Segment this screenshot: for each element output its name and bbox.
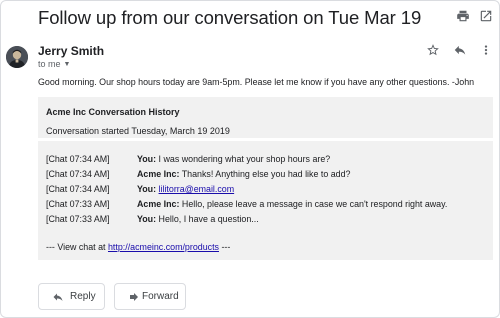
chat-text: Hello, I have a question... <box>156 214 259 224</box>
reply-arrow-icon[interactable] <box>453 43 467 57</box>
chat-text: Hello, please leave a message in case we… <box>179 199 448 209</box>
chat-message: Acme Inc: Thanks! Anything else you had … <box>137 169 351 179</box>
chat-time: [Chat 07:33 AM] <box>46 199 110 209</box>
chat-speaker: Acme Inc <box>137 169 177 179</box>
forward-button[interactable]: Forward <box>114 283 186 310</box>
chat-row: [Chat 07:34 AM] You: I was wondering wha… <box>38 154 493 168</box>
history-header: Acme Inc Conversation History Conversati… <box>38 97 493 141</box>
open-in-new-window-icon[interactable] <box>479 9 493 23</box>
history-started-text: Conversation started Tuesday, March 19 2… <box>46 126 230 136</box>
more-vertical-icon[interactable] <box>479 43 493 57</box>
chat-speaker: Acme Inc <box>137 199 177 209</box>
email-body-text: Good morning. Our shop hours today are 9… <box>38 77 475 87</box>
chat-time: [Chat 07:34 AM] <box>46 154 110 164</box>
chat-speaker: You <box>137 154 154 164</box>
view-chat-line: --- View chat at http://acmeinc.com/prod… <box>46 242 230 252</box>
chat-text: I was wondering what your shop hours are… <box>156 154 331 164</box>
view-chat-suffix: --- <box>218 242 231 252</box>
chat-message: Acme Inc: Hello, please leave a message … <box>137 199 448 209</box>
chat-row: [Chat 07:33 AM] Acme Inc: Hello, please … <box>38 199 493 213</box>
chat-time: [Chat 07:34 AM] <box>46 184 110 194</box>
chat-time: [Chat 07:33 AM] <box>46 214 110 224</box>
forward-button-label: Forward <box>142 291 179 302</box>
chat-message: You: I was wondering what your shop hour… <box>137 154 331 164</box>
view-chat-prefix: --- View chat at <box>46 242 108 252</box>
sender-name: Jerry Smith <box>38 44 105 58</box>
chat-message: You: lilitorra@email.com <box>137 184 235 194</box>
recipient-dropdown[interactable]: to me ▼ <box>38 59 70 69</box>
history-title: Acme Inc Conversation History <box>46 107 180 117</box>
conversation-history-card: Acme Inc Conversation History Conversati… <box>38 97 493 260</box>
email-link[interactable]: lilitorra@email.com <box>159 184 235 194</box>
chat-speaker: You <box>137 214 154 224</box>
chat-time: [Chat 07:34 AM] <box>46 169 110 179</box>
chat-row: [Chat 07:33 AM] You: Hello, I have a que… <box>38 214 493 228</box>
forward-arrow-icon <box>130 293 138 301</box>
view-chat-link[interactable]: http://acmeinc.com/products <box>108 242 219 252</box>
printer-icon[interactable] <box>456 9 470 23</box>
email-subject: Follow up from our conversation on Tue M… <box>38 7 422 28</box>
chat-text: Thanks! Anything else you had like to ad… <box>179 169 351 179</box>
avatar[interactable] <box>6 46 28 68</box>
reply-arrow-icon <box>53 293 63 301</box>
reply-button[interactable]: Reply <box>38 283 105 310</box>
chat-speaker: You <box>137 184 154 194</box>
chat-row: [Chat 07:34 AM] Acme Inc: Thanks! Anythi… <box>38 169 493 183</box>
reply-button-label: Reply <box>70 291 96 302</box>
chat-row: [Chat 07:34 AM] You: lilitorra@email.com <box>38 184 493 198</box>
chat-message: You: Hello, I have a question... <box>137 214 259 224</box>
star-outline-icon[interactable] <box>426 43 440 57</box>
email-view: Follow up from our conversation on Tue M… <box>0 0 500 318</box>
avatar-photo-icon <box>6 46 28 68</box>
recipient-label: to me <box>38 59 61 69</box>
caret-down-icon: ▼ <box>63 61 71 68</box>
